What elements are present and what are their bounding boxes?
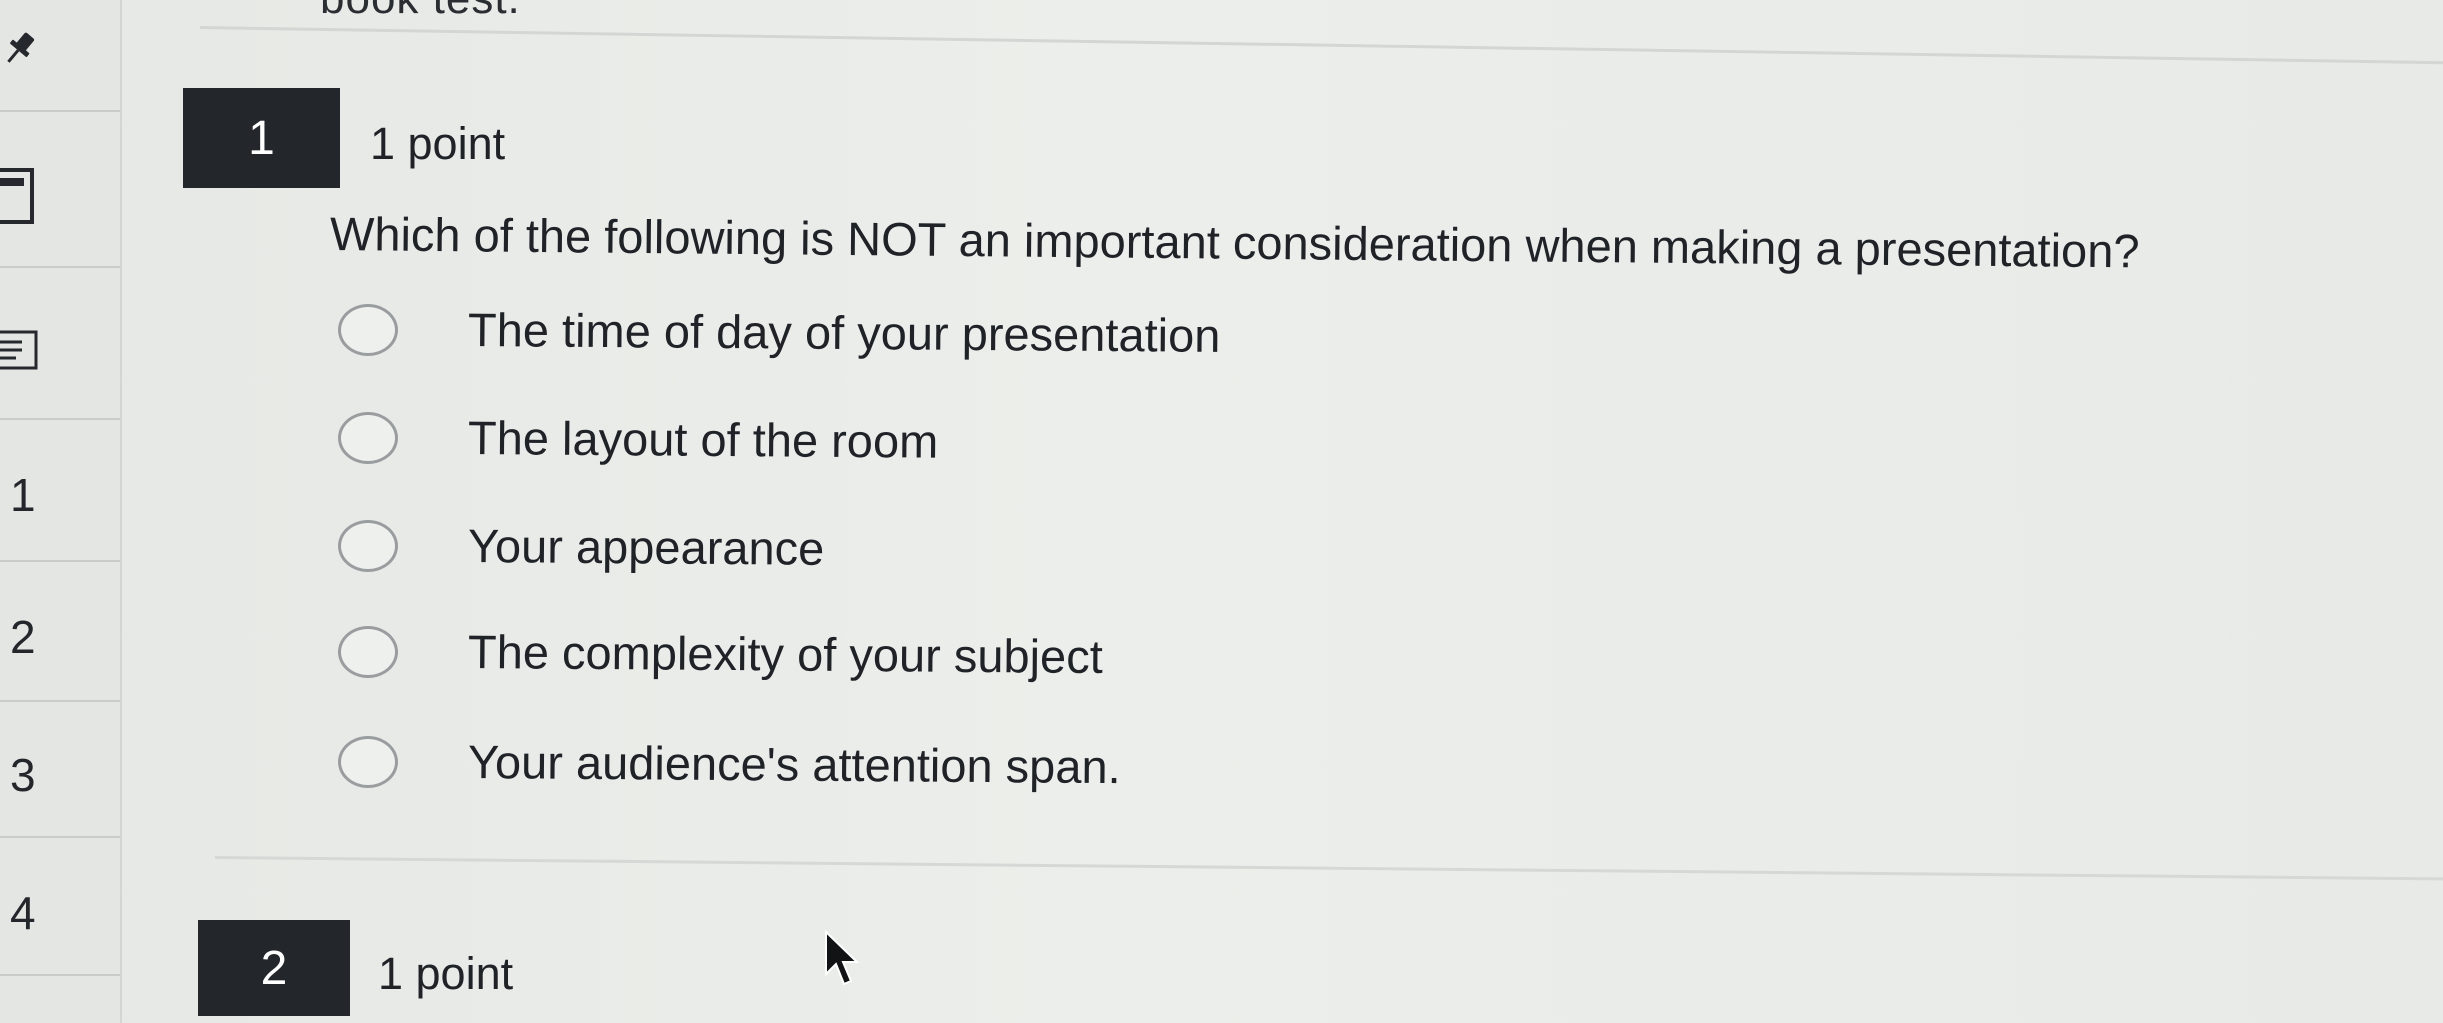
divider: [199, 26, 2443, 65]
answer-option-5[interactable]: Your audience's attention span.: [338, 734, 1538, 800]
radio-button[interactable]: [338, 520, 398, 572]
answer-option-4[interactable]: The complexity of your subject: [338, 624, 1538, 690]
radio-button[interactable]: [338, 626, 398, 678]
question-number-badge: 1: [183, 88, 340, 188]
sidebar-pin-cell: [0, 0, 120, 112]
question-link-label: 1: [10, 469, 36, 521]
answer-option-2[interactable]: The layout of the room: [338, 410, 1538, 476]
sidebar-notes-cell: [0, 268, 120, 420]
radio-button[interactable]: [338, 412, 398, 464]
sidebar-question-link-2[interactable]: 2: [0, 562, 120, 702]
question-text: Which of the following is NOT an importa…: [329, 207, 2140, 278]
answer-option-label: The time of day of your presentation: [467, 303, 1221, 362]
instructions-text: book test.: [320, 0, 521, 24]
question-divider: [214, 856, 2443, 881]
quiz-page: 1 2 3 4 book test. 1 1 point Which of th…: [0, 0, 2443, 1023]
question-navigation-sidebar: 1 2 3 4: [0, 0, 122, 1023]
question-link-label: 4: [10, 887, 36, 939]
sidebar-question-link-3[interactable]: 3: [0, 702, 120, 838]
sidebar-calculator-cell: [0, 112, 120, 268]
radio-button[interactable]: [338, 304, 398, 356]
question-link-label: 2: [10, 611, 36, 663]
mouse-cursor-icon: [825, 930, 860, 986]
radio-button[interactable]: [338, 736, 398, 788]
question-points: 1 point: [370, 118, 506, 169]
answer-option-3[interactable]: Your appearance: [338, 518, 1538, 584]
question-points: 1 point: [378, 948, 514, 999]
sidebar-question-link-4[interactable]: 4: [0, 838, 120, 976]
sidebar-question-link-1[interactable]: 1: [0, 420, 120, 562]
answer-option-label: The layout of the room: [467, 411, 939, 468]
answer-option-label: The complexity of your subject: [467, 625, 1103, 683]
answer-option-label: Your audience's attention span.: [467, 735, 1121, 794]
answer-option-label: Your appearance: [467, 519, 825, 575]
question-number-badge: 2: [198, 920, 350, 1016]
question-link-label: 3: [10, 749, 36, 801]
answer-option-1[interactable]: The time of day of your presentation: [338, 302, 1538, 368]
